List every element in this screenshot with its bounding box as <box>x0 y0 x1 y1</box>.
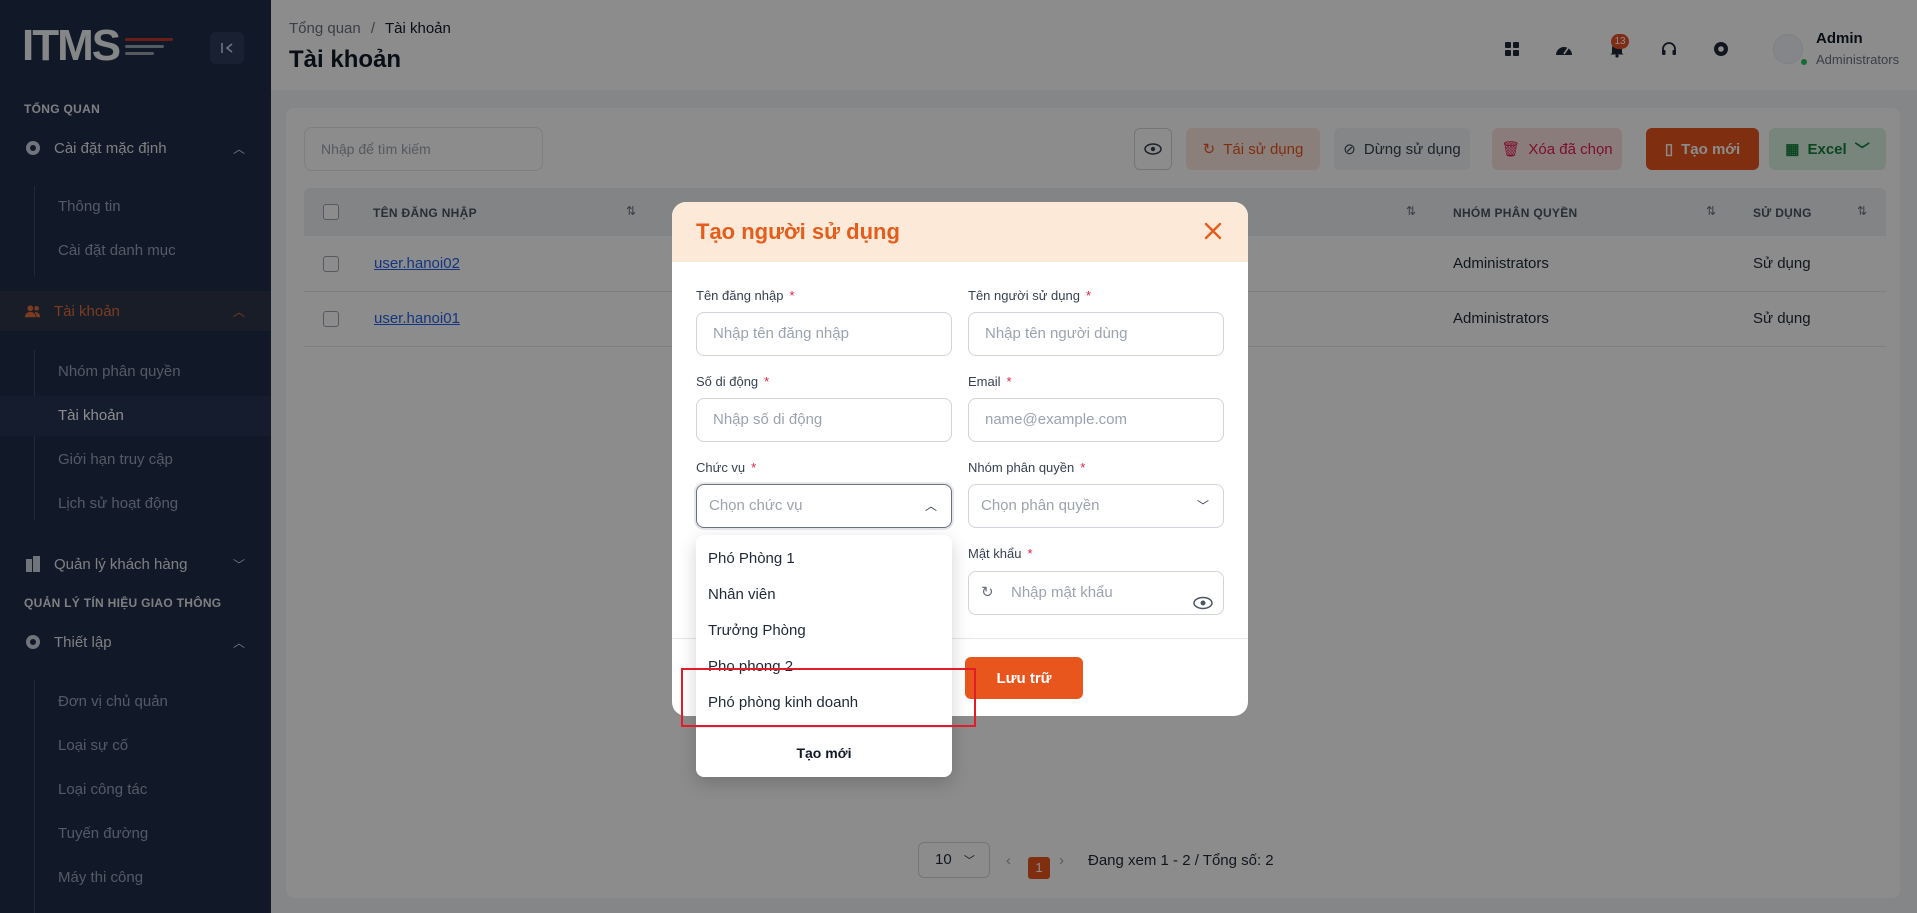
dropdown-option[interactable]: Trưởng Phòng <box>708 622 806 639</box>
position-label: Chức vụ * <box>696 460 757 475</box>
password-label: Mật khẩu * <box>968 546 1033 561</box>
chevron-up-icon: ︿ <box>924 499 937 513</box>
email-field[interactable]: name@example.com <box>968 398 1224 442</box>
password-placeholder: Nhập mật khẩu <box>1011 584 1113 601</box>
dropdown-option[interactable]: Nhân viên <box>708 586 776 603</box>
eye-icon[interactable] <box>1193 585 1213 627</box>
role-placeholder: Chọn phân quyền <box>981 497 1100 514</box>
fullname-field[interactable]: Nhập tên người dùng <box>968 312 1224 356</box>
close-icon[interactable] <box>1202 220 1224 242</box>
phone-label: Số di động * <box>696 374 770 389</box>
email-label: Email * <box>968 374 1012 389</box>
role-label: Nhóm phân quyền * <box>968 460 1086 475</box>
position-placeholder: Chọn chức vụ <box>709 497 803 514</box>
dropdown-divider <box>696 727 952 728</box>
modal-title: Tạo người sử dụng <box>672 202 1248 262</box>
save-button[interactable]: Lưu trữ <box>965 657 1083 699</box>
position-select[interactable]: Chọn chức vụ ︿ <box>696 484 952 528</box>
fullname-label: Tên người sử dụng * <box>968 288 1091 303</box>
phone-field[interactable]: Nhập số di động <box>696 398 952 442</box>
position-dropdown-menu: Phó Phòng 1 Nhân viên Trưởng Phòng Pho p… <box>696 535 952 777</box>
username-field[interactable]: Nhập tên đăng nhập <box>696 312 952 356</box>
password-field[interactable]: ↻ Nhập mật khẩu <box>968 571 1224 615</box>
chevron-down-icon: ﹀ <box>1196 499 1209 513</box>
username-label: Tên đăng nhập * <box>696 288 795 303</box>
dropdown-create-new-button[interactable]: Tạo mới <box>696 745 952 761</box>
dropdown-option[interactable]: Phó Phòng 1 <box>708 550 795 567</box>
highlight-annotation-box <box>681 668 976 727</box>
generate-password-icon[interactable]: ↻ <box>981 572 994 614</box>
role-select[interactable]: Chọn phân quyền ﹀ <box>968 484 1224 528</box>
